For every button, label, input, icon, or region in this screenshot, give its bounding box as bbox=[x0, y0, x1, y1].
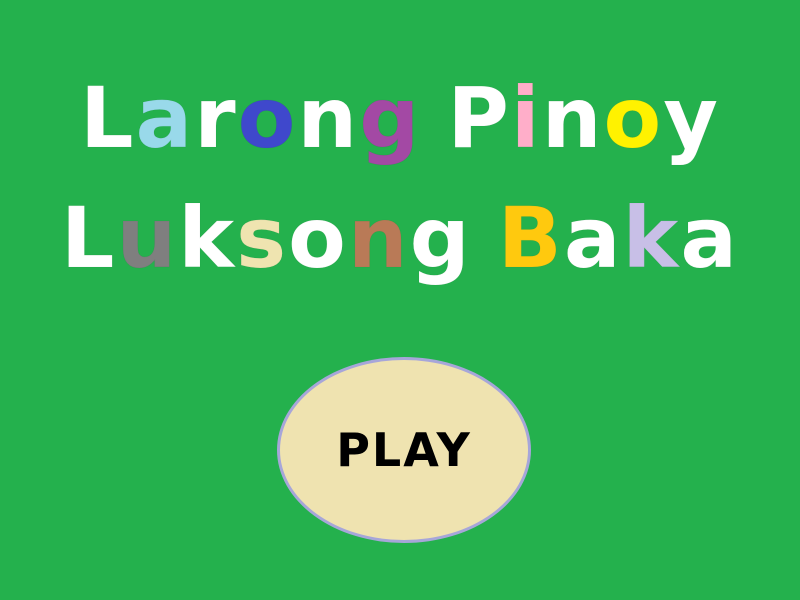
title-letter: L bbox=[60, 189, 117, 288]
title-letter: a bbox=[135, 69, 195, 168]
title-letter: s bbox=[236, 189, 289, 288]
title-letter: g bbox=[359, 69, 422, 168]
title-line-1: Larong Pinoy bbox=[0, 68, 800, 168]
title-letter: y bbox=[663, 69, 720, 168]
title-letter: g bbox=[409, 189, 472, 288]
title-letter: o bbox=[288, 189, 348, 288]
title-line-2: Luksong Baka bbox=[0, 188, 800, 288]
title-letter: n bbox=[347, 189, 410, 288]
title-letter: k bbox=[622, 189, 681, 288]
title-letter: i bbox=[510, 69, 542, 168]
play-button-label: PLAY bbox=[336, 423, 472, 477]
title-letter: o bbox=[603, 69, 664, 168]
title-letter: u bbox=[116, 189, 179, 288]
title-letter: k bbox=[178, 189, 237, 288]
title-letter: n bbox=[541, 69, 604, 168]
title-letter: r bbox=[194, 69, 238, 168]
title-letter: n bbox=[297, 69, 360, 168]
title-letter: B bbox=[497, 189, 564, 288]
play-button[interactable]: PLAY bbox=[277, 357, 531, 543]
title-letter: P bbox=[447, 69, 511, 168]
title-letter: a bbox=[563, 189, 623, 288]
title-letter: L bbox=[80, 69, 136, 168]
title-letter: o bbox=[237, 69, 298, 168]
title-letter: a bbox=[680, 189, 740, 288]
